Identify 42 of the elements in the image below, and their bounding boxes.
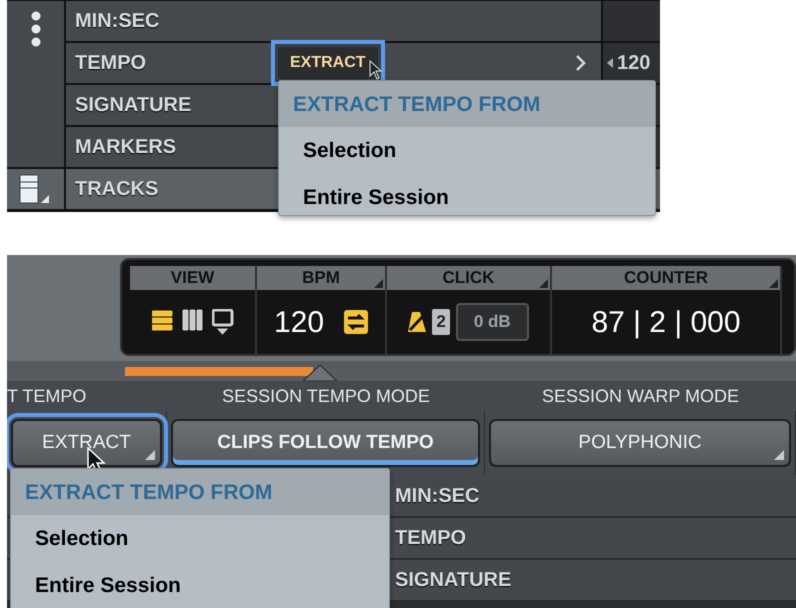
ruler-label: SIGNATURE: [395, 568, 512, 593]
tracks-label: TRACKS: [75, 177, 158, 202]
monitor-icon[interactable]: [212, 309, 234, 335]
count-in-badge[interactable]: 2: [432, 309, 450, 335]
ruler-label: SIGNATURE: [75, 93, 192, 118]
section-label: T TEMPO: [7, 385, 88, 408]
dropdown-caret-icon: [145, 450, 155, 460]
ruler-label: TEMPO: [395, 526, 466, 551]
section-label: SESSION TEMPO MODE: [221, 385, 431, 408]
ruler-label: TEMPO: [75, 51, 148, 76]
section-header: VIEW: [130, 266, 255, 290]
menu-header: EXTRACT TEMPO FROM: [279, 81, 655, 126]
pointer-icon: [303, 365, 337, 381]
ruler-label: MIN:SEC: [75, 9, 160, 34]
tempo-value: 120: [617, 51, 650, 76]
click-level-field[interactable]: 0 dB: [456, 303, 529, 341]
chevron-right-icon[interactable]: [575, 54, 587, 72]
ruler-label: MIN:SEC: [395, 484, 480, 509]
warp-mode-button[interactable]: POLYPHONIC: [489, 419, 791, 467]
menu-item[interactable]: Selection: [279, 126, 655, 174]
ruler-label: MARKERS: [75, 135, 178, 160]
dropdown-caret-icon: [774, 450, 784, 460]
menu-item[interactable]: Entire Session: [279, 174, 655, 222]
section-header: COUNTER: [552, 266, 780, 290]
section-header: CLICK: [387, 266, 550, 290]
ruler-value-cell: [603, 1, 660, 41]
bpm-value: 120: [274, 304, 324, 340]
tempo-mode-button[interactable]: CLIPS FOLLOW TEMPO: [171, 419, 480, 467]
metronome-icon[interactable]: [408, 310, 426, 334]
menu-item[interactable]: Selection: [11, 514, 389, 562]
more-icon[interactable]: [30, 11, 42, 47]
menu-item[interactable]: Entire Session: [11, 562, 389, 608]
sync-icon[interactable]: [344, 310, 368, 334]
section-header: BPM: [257, 266, 385, 290]
corner-icon: [769, 279, 778, 288]
section-label: SESSION WARP MODE: [540, 385, 740, 408]
arrow-left-icon[interactable]: [607, 58, 614, 68]
corner-icon: [539, 279, 548, 288]
menu-header: EXTRACT TEMPO FROM: [11, 469, 389, 514]
cursor-icon: [369, 60, 383, 80]
corner-icon: [374, 279, 383, 288]
counter-value: 87 | 2 | 000: [591, 304, 741, 340]
